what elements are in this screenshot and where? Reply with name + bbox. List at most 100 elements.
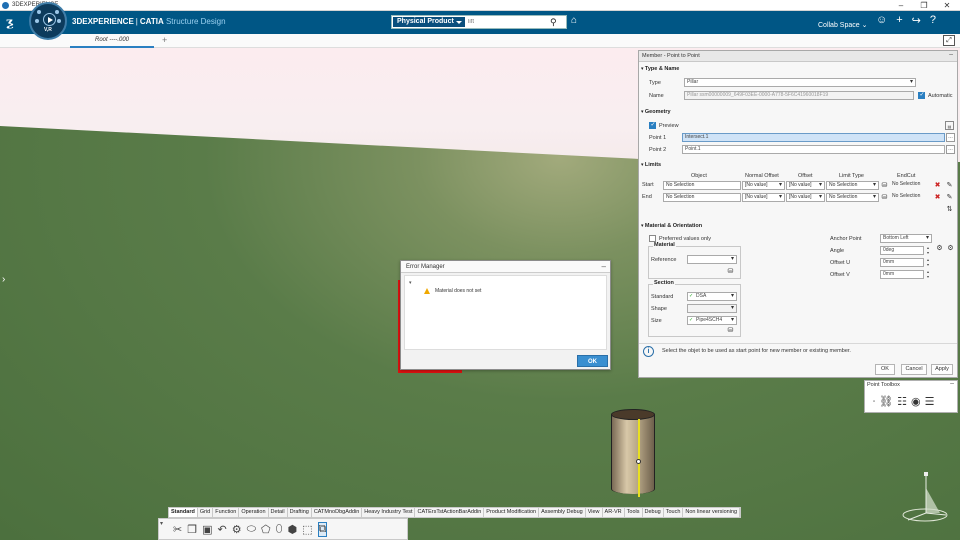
search-context-dropdown[interactable]: Physical Product (393, 17, 465, 27)
anchor-point-icon[interactable]: ⚙ (935, 244, 944, 253)
standard-dropdown[interactable]: ✓ DSA (687, 292, 737, 301)
pillar-point[interactable] (636, 459, 641, 464)
close-icon[interactable]: ✕ (937, 0, 957, 11)
search-box[interactable]: Physical Product ⚲ (391, 15, 567, 29)
edit-endcut-icon[interactable]: ✎ (945, 181, 954, 190)
endcut-icon[interactable]: ⛁ (880, 193, 889, 202)
point-list-icon[interactable]: ☷ (897, 395, 907, 408)
action-tab-product-modification[interactable]: Product Modification (484, 508, 540, 517)
point-icon[interactable]: ▫ (873, 399, 875, 405)
minimize-icon[interactable]: – (949, 51, 953, 58)
action-tab-operation[interactable]: Operation (239, 508, 269, 517)
action-tab-catmnodbgaddin[interactable]: CATMnoDbgAddin (312, 508, 363, 517)
action-tab-assembly-debug[interactable]: Assembly Debug (539, 508, 586, 517)
apply-button[interactable]: Apply (931, 364, 953, 375)
action-tab-ar-vr[interactable]: AR-VR (603, 508, 625, 517)
end-offset[interactable]: [No value] (786, 193, 825, 202)
expand-icon[interactable]: ▾ (409, 280, 412, 286)
cube-icon[interactable]: ⬢ (287, 523, 297, 536)
cut-icon[interactable]: ✂ (173, 523, 182, 536)
end-endcut[interactable]: No Selection (890, 193, 934, 202)
end-normal-offset[interactable]: [No value] (742, 193, 785, 202)
settings-icon[interactable]: ▤ (945, 121, 954, 130)
delete-endcut-icon[interactable]: ✖ (933, 181, 942, 190)
action-tab-debug[interactable]: Debug (643, 508, 664, 517)
section-geometry[interactable]: Geometry (641, 109, 671, 115)
delete-endcut-icon[interactable]: ✖ (933, 193, 942, 202)
help-icon[interactable]: ? (930, 14, 936, 27)
member-point-to-point-icon[interactable]: ⧉ (317, 521, 328, 537)
user-icon[interactable]: ☺ (876, 14, 887, 27)
preferred-values-checkbox[interactable] (649, 235, 656, 242)
offset-u-spinner[interactable]: ▴ ▾ (925, 257, 931, 267)
section-material-orientation[interactable]: Material & Orientation (641, 223, 702, 229)
automatic-checkbox[interactable] (918, 91, 925, 99)
action-tab-touch[interactable]: Touch (664, 508, 684, 517)
3d-compass-icon[interactable] (900, 468, 950, 528)
name-field[interactable]: Pillar ssm00000009_649F03EE-0000-A778-5F… (684, 91, 914, 100)
profile-icon[interactable]: ⬚ (302, 523, 312, 536)
point1-more-button[interactable]: … (946, 133, 955, 142)
search-input[interactable] (468, 17, 548, 27)
minimize-icon[interactable]: – (891, 0, 911, 11)
reference-dropdown[interactable] (687, 255, 737, 264)
restore-icon[interactable]: ❐ (914, 0, 934, 11)
start-normal-offset[interactable]: [No value] (742, 181, 785, 190)
minimize-icon[interactable]: – (950, 380, 954, 387)
collab-space-selector[interactable]: Collab Space (818, 21, 868, 29)
point2-more-button[interactable]: … (946, 145, 955, 154)
offset-v-spinner[interactable]: ▴ ▾ (925, 269, 931, 279)
size-dropdown[interactable]: ✓ Pipe4SCH4 (687, 316, 737, 325)
error-ok-button[interactable]: OK (577, 355, 608, 367)
angle-field[interactable]: 0deg (880, 246, 924, 255)
edit-endcut-icon[interactable]: ✎ (945, 193, 954, 202)
undo-icon[interactable]: ↶ (218, 523, 227, 536)
swap-limits-icon[interactable]: ⇅ (945, 205, 954, 214)
point1-field[interactable]: Intersect.1 (682, 133, 945, 142)
cancel-button[interactable]: Cancel (901, 364, 927, 375)
3ds-logo-icon[interactable]: ƺ (6, 15, 14, 29)
end-object-field[interactable]: No Selection (663, 193, 741, 202)
expand-panel-icon[interactable]: › (2, 274, 5, 285)
paste-icon[interactable]: ▣ (202, 523, 212, 536)
fullscreen-button[interactable]: ⤢ (943, 35, 955, 46)
update-icon[interactable]: ⚙ (232, 523, 242, 536)
plate-icon[interactable]: ⬭ (247, 523, 256, 536)
hierarchy-icon[interactable]: ☰ (925, 395, 935, 408)
section-type-name[interactable]: Type & Name (641, 66, 679, 72)
shape-icon[interactable]: ⬠ (261, 523, 271, 536)
section-limits[interactable]: Limits (641, 162, 661, 168)
angle-spinner[interactable]: ▴ ▾ (925, 245, 931, 255)
tab-root[interactable]: Root ----.000 (70, 34, 154, 48)
member-icon[interactable]: ⬯ (276, 523, 283, 536)
collapse-icon[interactable]: ▾ (160, 520, 163, 527)
action-tab-view[interactable]: View (586, 508, 603, 517)
anchor-point-dropdown[interactable]: Bottom Left (880, 234, 932, 243)
eye-icon[interactable]: ◉ (911, 395, 921, 408)
offset-v-field[interactable]: 0mm (880, 270, 924, 279)
start-endcut[interactable]: No Selection (890, 181, 934, 190)
start-offset[interactable]: [No value] (786, 181, 825, 190)
tag-icon[interactable]: ⌂ (571, 15, 577, 26)
type-dropdown[interactable]: Pillar (684, 78, 916, 87)
preview-checkbox[interactable] (649, 121, 656, 129)
copy-icon[interactable]: ❐ (187, 523, 197, 536)
pillar-cylinder[interactable] (611, 409, 655, 497)
action-tab-tools[interactable]: Tools (625, 508, 643, 517)
action-tab-heavy-industry-test[interactable]: Heavy Industry Test (362, 508, 416, 517)
action-tab-detail[interactable]: Detail (269, 508, 288, 517)
point-tree-icon[interactable]: ⛓ (879, 395, 893, 408)
end-limit-type[interactable]: No Selection (826, 193, 879, 202)
action-tab-grid[interactable]: Grid (198, 508, 214, 517)
action-tab-catersttstactionbaraddin[interactable]: CATErsTstActionBarAddin (415, 508, 485, 517)
point2-field[interactable]: Point.1 (682, 145, 945, 154)
error-titlebar[interactable]: Error Manager – (401, 261, 610, 273)
material-catalog-icon[interactable]: ⛁ (726, 267, 735, 276)
offset-u-field[interactable]: 0mm (880, 258, 924, 267)
section-catalog-icon[interactable]: ⛁ (726, 326, 735, 335)
search-icon[interactable]: ⚲ (550, 17, 557, 28)
share-icon[interactable]: ↪ (912, 14, 921, 27)
start-limit-type[interactable]: No Selection (826, 181, 879, 190)
action-tab-non-linear-versioning[interactable]: Non linear versioning (683, 508, 741, 517)
ok-button[interactable]: OK (875, 364, 895, 375)
